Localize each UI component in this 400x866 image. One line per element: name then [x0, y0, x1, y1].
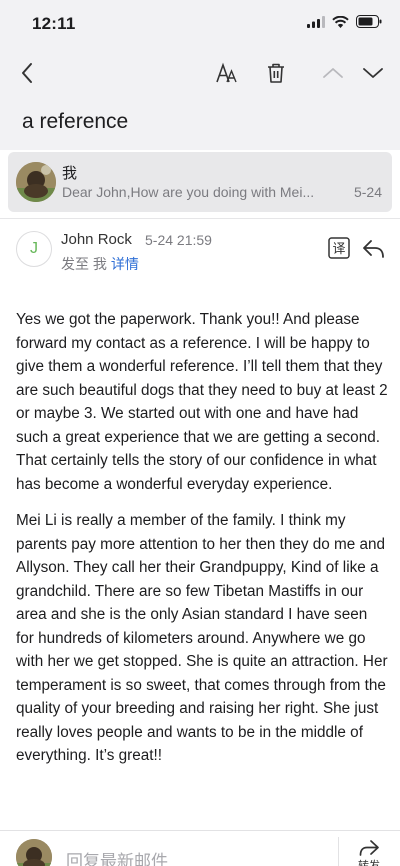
reply-button[interactable] [362, 238, 386, 260]
thread-sender-name: 我 [62, 165, 78, 182]
forward-label: 转发 [358, 860, 380, 866]
wifi-icon [332, 15, 349, 28]
reply-icon [363, 240, 384, 258]
translate-button[interactable]: 译 [328, 237, 350, 259]
chevron-up-icon [323, 68, 343, 78]
status-bar: 12:11 [0, 0, 400, 46]
avatar-letter: J [30, 240, 38, 257]
divider [0, 218, 400, 219]
font-size-button[interactable] [212, 58, 242, 88]
trash-icon [268, 63, 284, 83]
svg-text:译: 译 [332, 242, 345, 257]
status-icons [307, 15, 382, 28]
subject-area: a reference [0, 100, 400, 150]
next-mail-button[interactable] [358, 58, 388, 88]
avatar [16, 162, 56, 202]
thread-date: 5-24 [353, 184, 382, 200]
details-link[interactable]: 详情 [111, 256, 139, 272]
mail-body: Yes we got the paperwork. Thank you!! An… [16, 308, 388, 781]
sent-time: 5-24 21:59 [145, 232, 212, 248]
body-paragraph: Mei Li is really a member of the family.… [16, 512, 388, 764]
chevron-left-icon [22, 63, 32, 83]
thread-preview: Dear John,How are you doing with Mei... [62, 184, 315, 200]
sent-to-label: 发至 我 [61, 256, 107, 272]
dog-photo-avatar [16, 162, 56, 202]
sender-name[interactable]: John Rock [61, 231, 132, 248]
text-size-icon [216, 62, 237, 83]
recipient-line: 发至 我详情 [61, 254, 139, 274]
previous-mail-button[interactable] [318, 58, 348, 88]
dog-photo-avatar [16, 839, 52, 866]
chevron-down-icon [363, 68, 383, 78]
status-time: 12:11 [32, 14, 76, 33]
toolbar [0, 46, 400, 100]
forward-icon [359, 840, 379, 856]
thread-previous-message[interactable]: 我 Dear John,How are you doing with Mei..… [8, 152, 392, 212]
forward-button[interactable]: 转发 [352, 835, 386, 866]
divider [338, 837, 339, 866]
mail-subject: a reference [22, 110, 129, 133]
reply-footer: 回复最新邮件 转发 [0, 830, 400, 866]
avatar [16, 839, 52, 866]
reply-input[interactable]: 回复最新邮件 [66, 847, 168, 866]
battery-icon [356, 15, 382, 28]
delete-button[interactable] [261, 58, 291, 88]
signal-icon [307, 15, 325, 28]
back-button[interactable] [12, 58, 42, 88]
body-paragraph: Yes we got the paperwork. Thank you!! An… [16, 311, 388, 493]
translate-icon: 译 [328, 237, 350, 259]
sender-avatar[interactable]: J [16, 231, 52, 267]
